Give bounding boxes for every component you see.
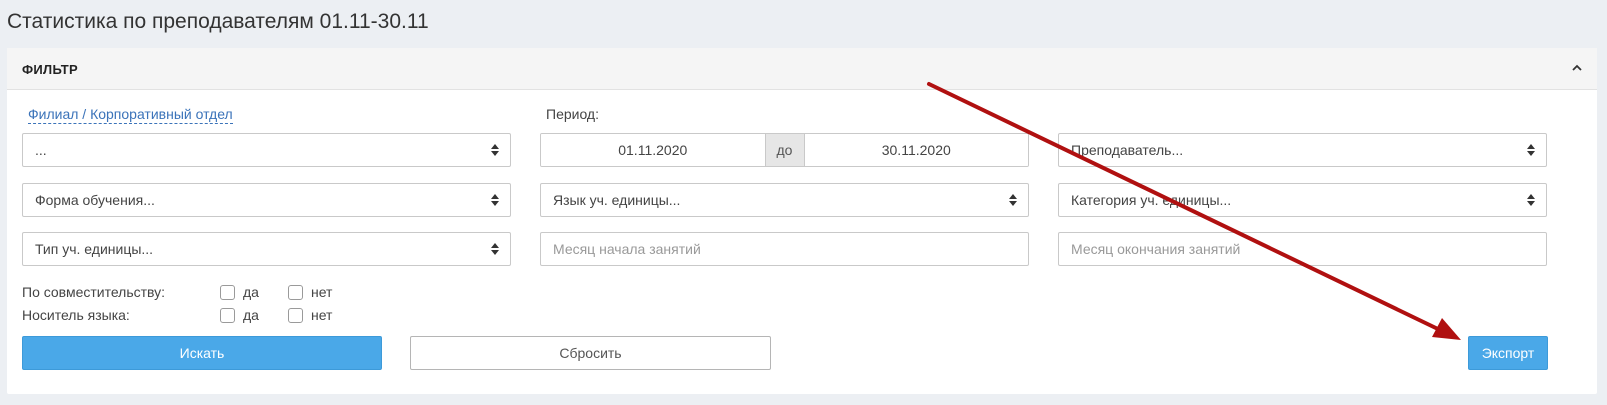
unit-type-select-value: Тип уч. единицы... (35, 241, 154, 257)
start-month-placeholder: Месяц начала занятий (553, 241, 701, 257)
part-time-yes-label: да (243, 284, 259, 300)
part-time-no-checkbox[interactable] (288, 285, 303, 300)
export-button[interactable]: Экспорт (1468, 336, 1548, 370)
branch-select-value: ... (35, 142, 47, 158)
part-time-label: По совместительству: (22, 284, 166, 300)
period-label: Период: (546, 106, 599, 122)
sort-caret-icon (1527, 144, 1535, 156)
branch-link[interactable]: Филиал / Корпоративный отдел (28, 106, 233, 124)
chevron-up-icon[interactable] (1569, 60, 1585, 76)
start-month-input[interactable]: Месяц начала занятий (540, 232, 1029, 266)
date-from-input[interactable]: 01.11.2020 (541, 134, 765, 166)
search-button[interactable]: Искать (22, 336, 382, 370)
end-month-input[interactable]: Месяц окончания занятий (1058, 232, 1547, 266)
sort-caret-icon (1527, 194, 1535, 206)
sort-caret-icon (1009, 194, 1017, 206)
native-no-checkbox[interactable] (288, 308, 303, 323)
native-no-label: нет (311, 307, 333, 323)
category-select[interactable]: Категория уч. единицы... (1058, 183, 1547, 217)
sort-caret-icon (491, 243, 499, 255)
native-speaker-label: Носитель языка: (22, 307, 130, 323)
native-yes-checkbox[interactable] (220, 308, 235, 323)
end-month-placeholder: Месяц окончания занятий (1071, 241, 1241, 257)
study-form-select-value: Форма обучения... (35, 192, 155, 208)
language-select-value: Язык уч. единицы... (553, 192, 681, 208)
category-select-value: Категория уч. единицы... (1071, 192, 1232, 208)
branch-select[interactable]: ... (22, 133, 511, 167)
teacher-select-value: Преподаватель... (1071, 142, 1184, 158)
sort-caret-icon (491, 144, 499, 156)
native-yes-label: да (243, 307, 259, 323)
language-select[interactable]: Язык уч. единицы... (540, 183, 1029, 217)
unit-type-select[interactable]: Тип уч. единицы... (22, 232, 511, 266)
sort-caret-icon (491, 194, 499, 206)
part-time-yes-checkbox[interactable] (220, 285, 235, 300)
page-title: Статистика по преподавателям 01.11-30.11 (7, 10, 429, 33)
teacher-select[interactable]: Преподаватель... (1058, 133, 1547, 167)
filter-title: ФИЛЬТР (22, 62, 79, 77)
date-range-separator: до (764, 134, 805, 166)
date-to-input[interactable]: 30.11.2020 (804, 134, 1028, 166)
period-date-range: 01.11.2020 до 30.11.2020 (540, 133, 1029, 167)
part-time-no-label: нет (311, 284, 333, 300)
filter-panel: ФИЛЬТР Филиал / Корпоративный отдел Пери… (7, 48, 1597, 394)
study-form-select[interactable]: Форма обучения... (22, 183, 511, 217)
reset-button[interactable]: Сбросить (410, 336, 771, 370)
filter-panel-header[interactable]: ФИЛЬТР (7, 48, 1597, 90)
